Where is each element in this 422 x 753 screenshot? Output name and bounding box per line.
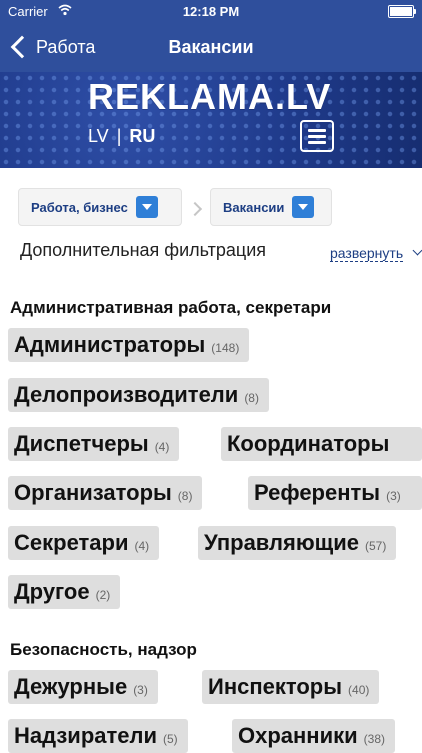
chip-count: (4) (134, 539, 150, 553)
chip-count: (2) (95, 588, 111, 602)
chip-name: Охранники (238, 723, 358, 748)
dropdown-arrow-icon (292, 196, 315, 218)
subcategory-dropdown[interactable]: Вакансии (210, 188, 332, 226)
chip-count: (148) (211, 341, 240, 355)
dropdown-arrow-icon (135, 196, 158, 218)
chip-name: Делопроизводители (14, 382, 239, 407)
chip-count: (3) (133, 683, 148, 697)
chip-name: Инспекторы (208, 674, 343, 699)
page-title: Вакансии (168, 37, 254, 57)
category-chip[interactable]: Координаторы (221, 427, 422, 461)
navigation-bar: Carrier 12:18 PM Работа Вакансии (0, 0, 422, 72)
extra-filter-label: Дополнительная фильтрация (20, 240, 267, 260)
lang-lv-link[interactable]: LV (88, 126, 109, 146)
chip-name: Диспетчеры (14, 431, 149, 456)
category-chip[interactable]: Другое (2) (8, 575, 121, 609)
site-logo[interactable]: REKLAMA.LV (88, 76, 331, 118)
battery-icon (388, 5, 416, 18)
hamburger-menu-icon[interactable] (300, 120, 334, 152)
chevron-down-icon (412, 245, 422, 256)
category-chip[interactable]: Администраторы (148) (8, 328, 250, 362)
chip-count: (57) (364, 539, 387, 553)
category-dropdown[interactable]: Работа, бизнес (18, 188, 182, 226)
category-chip[interactable]: Диспетчеры (4) (8, 427, 180, 461)
chip-name: Координаторы (227, 431, 390, 456)
category-chip[interactable]: Управляющие (57) (198, 526, 397, 560)
category-chip[interactable]: Надзиратели (5) (8, 719, 188, 753)
chip-name: Другое (14, 579, 90, 604)
chip-name: Управляющие (204, 530, 359, 555)
expand-filters-link[interactable]: развернуть (330, 245, 404, 262)
lang-ru-link[interactable]: RU (129, 126, 155, 146)
chip-count: (8) (177, 489, 193, 503)
chip-name: Организаторы (14, 480, 172, 505)
subcategory-dropdown-label: Вакансии (223, 199, 285, 215)
chip-name: Дежурные (14, 674, 128, 699)
chip-count: (4) (154, 440, 170, 454)
category-dropdown-label: Работа, бизнес (31, 199, 128, 215)
category-chip[interactable]: Секретари (4) (8, 526, 160, 560)
status-time: 12:18 PM (182, 4, 240, 19)
chip-name: Референты (254, 480, 381, 505)
status-bar: Carrier 12:18 PM (0, 0, 422, 22)
language-switcher: LV | RU (88, 126, 155, 147)
category-chip[interactable]: Делопроизводители (8) (8, 378, 269, 412)
category-chip[interactable]: Инспекторы (40) (202, 670, 380, 704)
category-chip[interactable]: Организаторы (8) (8, 476, 203, 510)
section-title-admin: Административная работа, секретари (10, 298, 332, 317)
nav-header: Работа Вакансии (0, 24, 422, 70)
chip-count: (38) (363, 732, 386, 746)
site-banner: REKLAMA.LV LV | RU (0, 72, 422, 168)
category-chip[interactable]: Референты (3) (248, 476, 422, 510)
chip-count: (3) (386, 489, 401, 503)
chip-count: (40) (348, 683, 370, 697)
chip-count: (8) (244, 391, 259, 405)
category-chip[interactable]: Дежурные (3) (8, 670, 158, 704)
chip-name: Секретари (14, 530, 129, 555)
lang-separator: | (116, 126, 122, 146)
section-title-security: Безопасность, надзор (10, 640, 197, 659)
category-chip[interactable]: Охранники (38) (232, 719, 396, 753)
chip-name: Надзиратели (14, 723, 157, 748)
chip-count: (5) (163, 732, 178, 746)
chevron-right-icon (187, 201, 203, 217)
chip-name: Администраторы (14, 332, 206, 357)
breadcrumb-filters: Работа, бизнес Вакансии (0, 188, 422, 228)
